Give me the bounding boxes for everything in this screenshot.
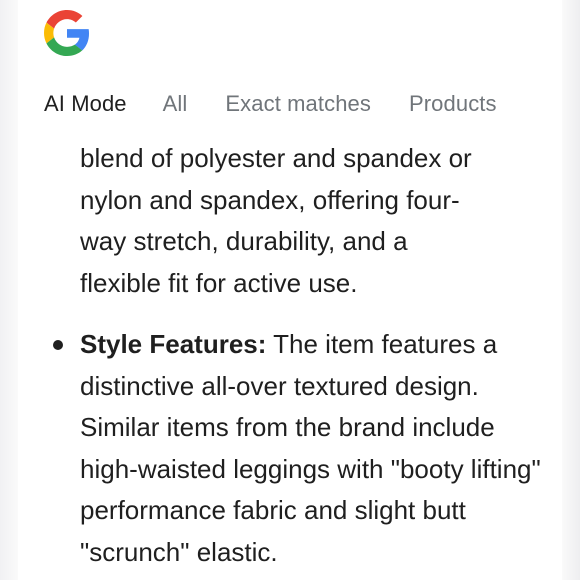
tab-products[interactable]: Products [409, 91, 497, 117]
search-tabs: AI Mode All Exact matches Products [44, 88, 497, 120]
ai-answer-content: blend of polyester and spandex or nylon … [0, 138, 580, 573]
bullet-heading: Style Features: [80, 329, 267, 359]
answer-paragraph: blend of polyester and spandex or nylon … [0, 138, 580, 304]
paragraph-line: way stretch, durability, and a [80, 226, 408, 256]
paragraph-line: flexible fit for active use. [80, 267, 358, 298]
tab-all[interactable]: All [163, 91, 188, 117]
tab-ai-mode[interactable]: AI Mode [44, 91, 127, 117]
paragraph-line: blend of polyester and spandex or [80, 143, 472, 173]
google-g-icon[interactable] [44, 10, 90, 56]
bullet-text: The item features a distinctive all-over… [80, 329, 541, 567]
paragraph-line: nylon and spandex, offering four- [80, 184, 460, 215]
style-features-bullet: Style Features: The item features a dist… [0, 324, 580, 573]
bullet-dot-icon [53, 340, 63, 350]
tab-exact-matches[interactable]: Exact matches [225, 91, 371, 117]
